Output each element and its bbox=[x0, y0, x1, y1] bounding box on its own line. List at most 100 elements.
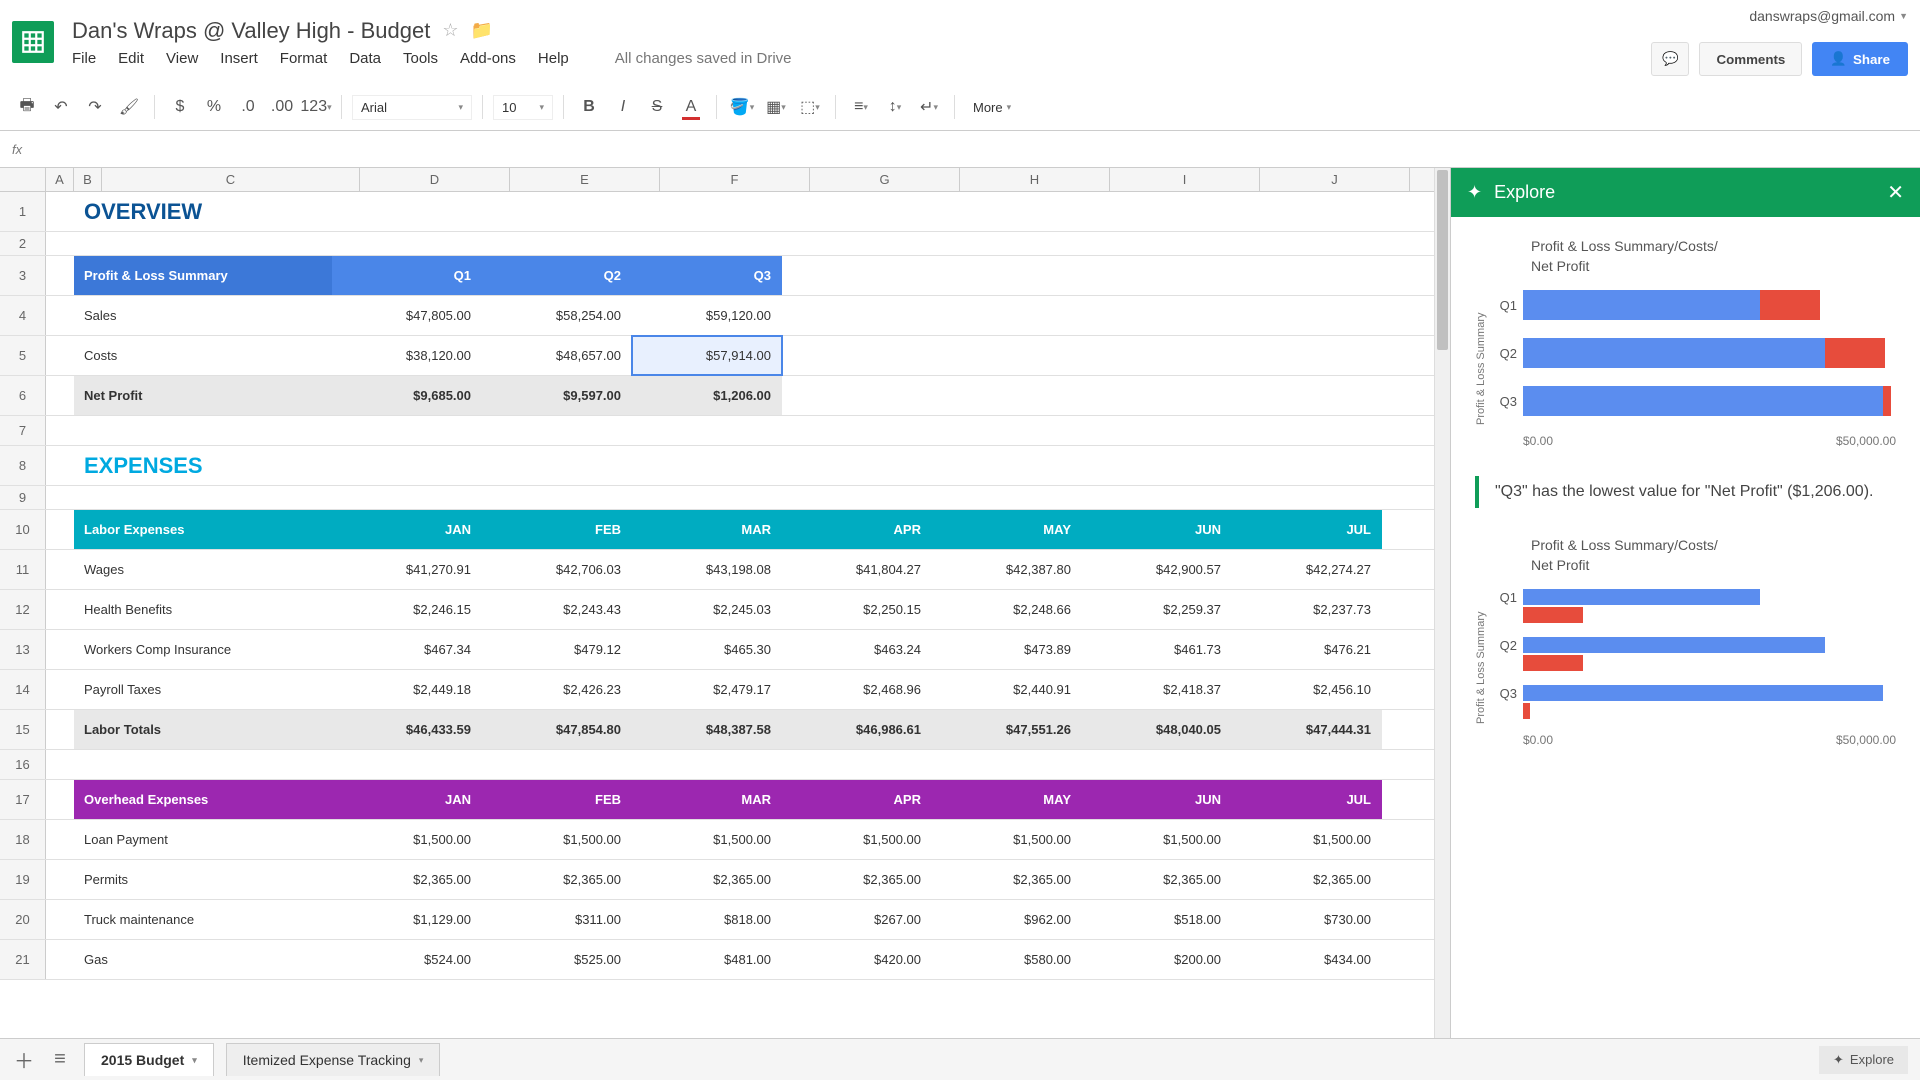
pl-value[interactable]: $58,254.00 bbox=[482, 296, 632, 335]
overhead-value[interactable]: $267.00 bbox=[782, 900, 932, 939]
overhead-value[interactable]: $481.00 bbox=[632, 940, 782, 979]
labor-value[interactable]: $463.24 bbox=[782, 630, 932, 669]
row-header[interactable]: 18 bbox=[0, 820, 46, 859]
labor-value[interactable]: $42,387.80 bbox=[932, 550, 1082, 589]
labor-month[interactable]: JUN bbox=[1082, 510, 1232, 549]
overhead-value[interactable]: $730.00 bbox=[1232, 900, 1382, 939]
labor-value[interactable]: $2,246.15 bbox=[332, 590, 482, 629]
overhead-value[interactable]: $818.00 bbox=[632, 900, 782, 939]
row-header[interactable]: 14 bbox=[0, 670, 46, 709]
overhead-row-label[interactable]: Loan Payment bbox=[74, 820, 332, 859]
labor-row-label[interactable]: Labor Totals bbox=[74, 710, 332, 749]
menu-edit[interactable]: Edit bbox=[118, 50, 144, 67]
section-expenses[interactable]: EXPENSES bbox=[74, 446, 332, 485]
row-header[interactable]: 20 bbox=[0, 900, 46, 939]
menu-addons[interactable]: Add-ons bbox=[460, 50, 516, 67]
labor-header[interactable]: Labor Expenses bbox=[74, 510, 332, 549]
v-align-icon[interactable]: ↕▾ bbox=[880, 92, 910, 122]
increase-decimal-icon[interactable]: .00 bbox=[267, 92, 297, 122]
row-header[interactable]: 3 bbox=[0, 256, 46, 295]
labor-month[interactable]: JAN bbox=[332, 510, 482, 549]
col-header-h[interactable]: H bbox=[960, 168, 1110, 191]
labor-value[interactable]: $41,270.91 bbox=[332, 550, 482, 589]
labor-value[interactable]: $2,259.37 bbox=[1082, 590, 1232, 629]
row-header[interactable]: 7 bbox=[0, 416, 46, 445]
borders-icon[interactable]: ▦▾ bbox=[761, 92, 791, 122]
col-header-j[interactable]: J bbox=[1260, 168, 1410, 191]
labor-value[interactable]: $46,433.59 bbox=[332, 710, 482, 749]
labor-value[interactable]: $48,040.05 bbox=[1082, 710, 1232, 749]
explore-insight[interactable]: "Q3" has the lowest value for "Net Profi… bbox=[1475, 476, 1896, 508]
labor-value[interactable]: $2,418.37 bbox=[1082, 670, 1232, 709]
overhead-header[interactable]: Overhead Expenses bbox=[74, 780, 332, 819]
labor-value[interactable]: $42,900.57 bbox=[1082, 550, 1232, 589]
explore-chart-2[interactable]: Profit & Loss Summary/Costs/ Net Profit … bbox=[1475, 536, 1896, 747]
labor-value[interactable]: $46,986.61 bbox=[782, 710, 932, 749]
fill-color-icon[interactable]: 🪣▾ bbox=[727, 92, 757, 122]
overhead-value[interactable]: $2,365.00 bbox=[1232, 860, 1382, 899]
share-button[interactable]: 👤 Share bbox=[1812, 42, 1908, 76]
row-header[interactable]: 16 bbox=[0, 750, 46, 779]
labor-value[interactable]: $461.73 bbox=[1082, 630, 1232, 669]
text-color-icon[interactable]: A bbox=[676, 92, 706, 122]
menu-format[interactable]: Format bbox=[280, 50, 328, 67]
labor-value[interactable]: $2,248.66 bbox=[932, 590, 1082, 629]
comments-button[interactable]: Comments bbox=[1699, 42, 1802, 76]
labor-value[interactable]: $2,449.18 bbox=[332, 670, 482, 709]
text-wrap-icon[interactable]: ↵▾ bbox=[914, 92, 944, 122]
overhead-month[interactable]: FEB bbox=[482, 780, 632, 819]
number-format-icon[interactable]: 123▾ bbox=[301, 92, 331, 122]
add-sheet-button[interactable]: ＋ bbox=[12, 1048, 36, 1072]
font-size-select[interactable]: 10▾ bbox=[493, 95, 553, 120]
more-button[interactable]: More▾ bbox=[965, 96, 1019, 119]
overhead-value[interactable]: $1,500.00 bbox=[782, 820, 932, 859]
labor-value[interactable]: $48,387.58 bbox=[632, 710, 782, 749]
overhead-value[interactable]: $434.00 bbox=[1232, 940, 1382, 979]
labor-value[interactable]: $2,245.03 bbox=[632, 590, 782, 629]
overhead-month[interactable]: JUN bbox=[1082, 780, 1232, 819]
overhead-value[interactable]: $518.00 bbox=[1082, 900, 1232, 939]
labor-row-label[interactable]: Payroll Taxes bbox=[74, 670, 332, 709]
overhead-value[interactable]: $1,500.00 bbox=[482, 820, 632, 859]
pl-value[interactable]: $48,657.00 bbox=[482, 336, 632, 375]
overhead-value[interactable]: $525.00 bbox=[482, 940, 632, 979]
undo-icon[interactable]: ↶ bbox=[46, 92, 76, 122]
row-header[interactable]: 21 bbox=[0, 940, 46, 979]
row-header[interactable]: 15 bbox=[0, 710, 46, 749]
font-select[interactable]: Arial▾ bbox=[352, 95, 472, 120]
labor-value[interactable]: $2,468.96 bbox=[782, 670, 932, 709]
overhead-value[interactable]: $200.00 bbox=[1082, 940, 1232, 979]
labor-value[interactable]: $2,243.43 bbox=[482, 590, 632, 629]
menu-data[interactable]: Data bbox=[349, 50, 381, 67]
row-header[interactable]: 11 bbox=[0, 550, 46, 589]
labor-value[interactable]: $42,706.03 bbox=[482, 550, 632, 589]
strikethrough-icon[interactable]: S bbox=[642, 92, 672, 122]
pl-value[interactable]: $9,597.00 bbox=[482, 376, 632, 415]
redo-icon[interactable]: ↷ bbox=[80, 92, 110, 122]
currency-icon[interactable]: $ bbox=[165, 92, 195, 122]
sheets-logo[interactable] bbox=[12, 21, 54, 63]
row-header[interactable]: 2 bbox=[0, 232, 46, 255]
labor-value[interactable]: $476.21 bbox=[1232, 630, 1382, 669]
pl-header[interactable]: Profit & Loss Summary bbox=[74, 256, 332, 295]
overhead-value[interactable]: $524.00 bbox=[332, 940, 482, 979]
user-email[interactable]: danswraps@gmail.com ▼ bbox=[1749, 8, 1908, 24]
overhead-value[interactable]: $311.00 bbox=[482, 900, 632, 939]
row-header[interactable]: 1 bbox=[0, 192, 46, 231]
overhead-month[interactable]: JUL bbox=[1232, 780, 1382, 819]
close-icon[interactable]: ✕ bbox=[1887, 180, 1904, 205]
overhead-month[interactable]: APR bbox=[782, 780, 932, 819]
overhead-value[interactable]: $1,500.00 bbox=[332, 820, 482, 859]
overhead-value[interactable]: $2,365.00 bbox=[782, 860, 932, 899]
pl-quarter[interactable]: Q1 bbox=[332, 256, 482, 295]
pl-value[interactable]: $59,120.00 bbox=[632, 296, 782, 335]
labor-value[interactable]: $2,440.91 bbox=[932, 670, 1082, 709]
row-header[interactable]: 17 bbox=[0, 780, 46, 819]
labor-value[interactable]: $47,551.26 bbox=[932, 710, 1082, 749]
labor-value[interactable]: $465.30 bbox=[632, 630, 782, 669]
overhead-value[interactable]: $1,500.00 bbox=[1232, 820, 1382, 859]
labor-month[interactable]: MAY bbox=[932, 510, 1082, 549]
menu-insert[interactable]: Insert bbox=[220, 50, 258, 67]
overhead-value[interactable]: $580.00 bbox=[932, 940, 1082, 979]
bold-icon[interactable]: B bbox=[574, 92, 604, 122]
